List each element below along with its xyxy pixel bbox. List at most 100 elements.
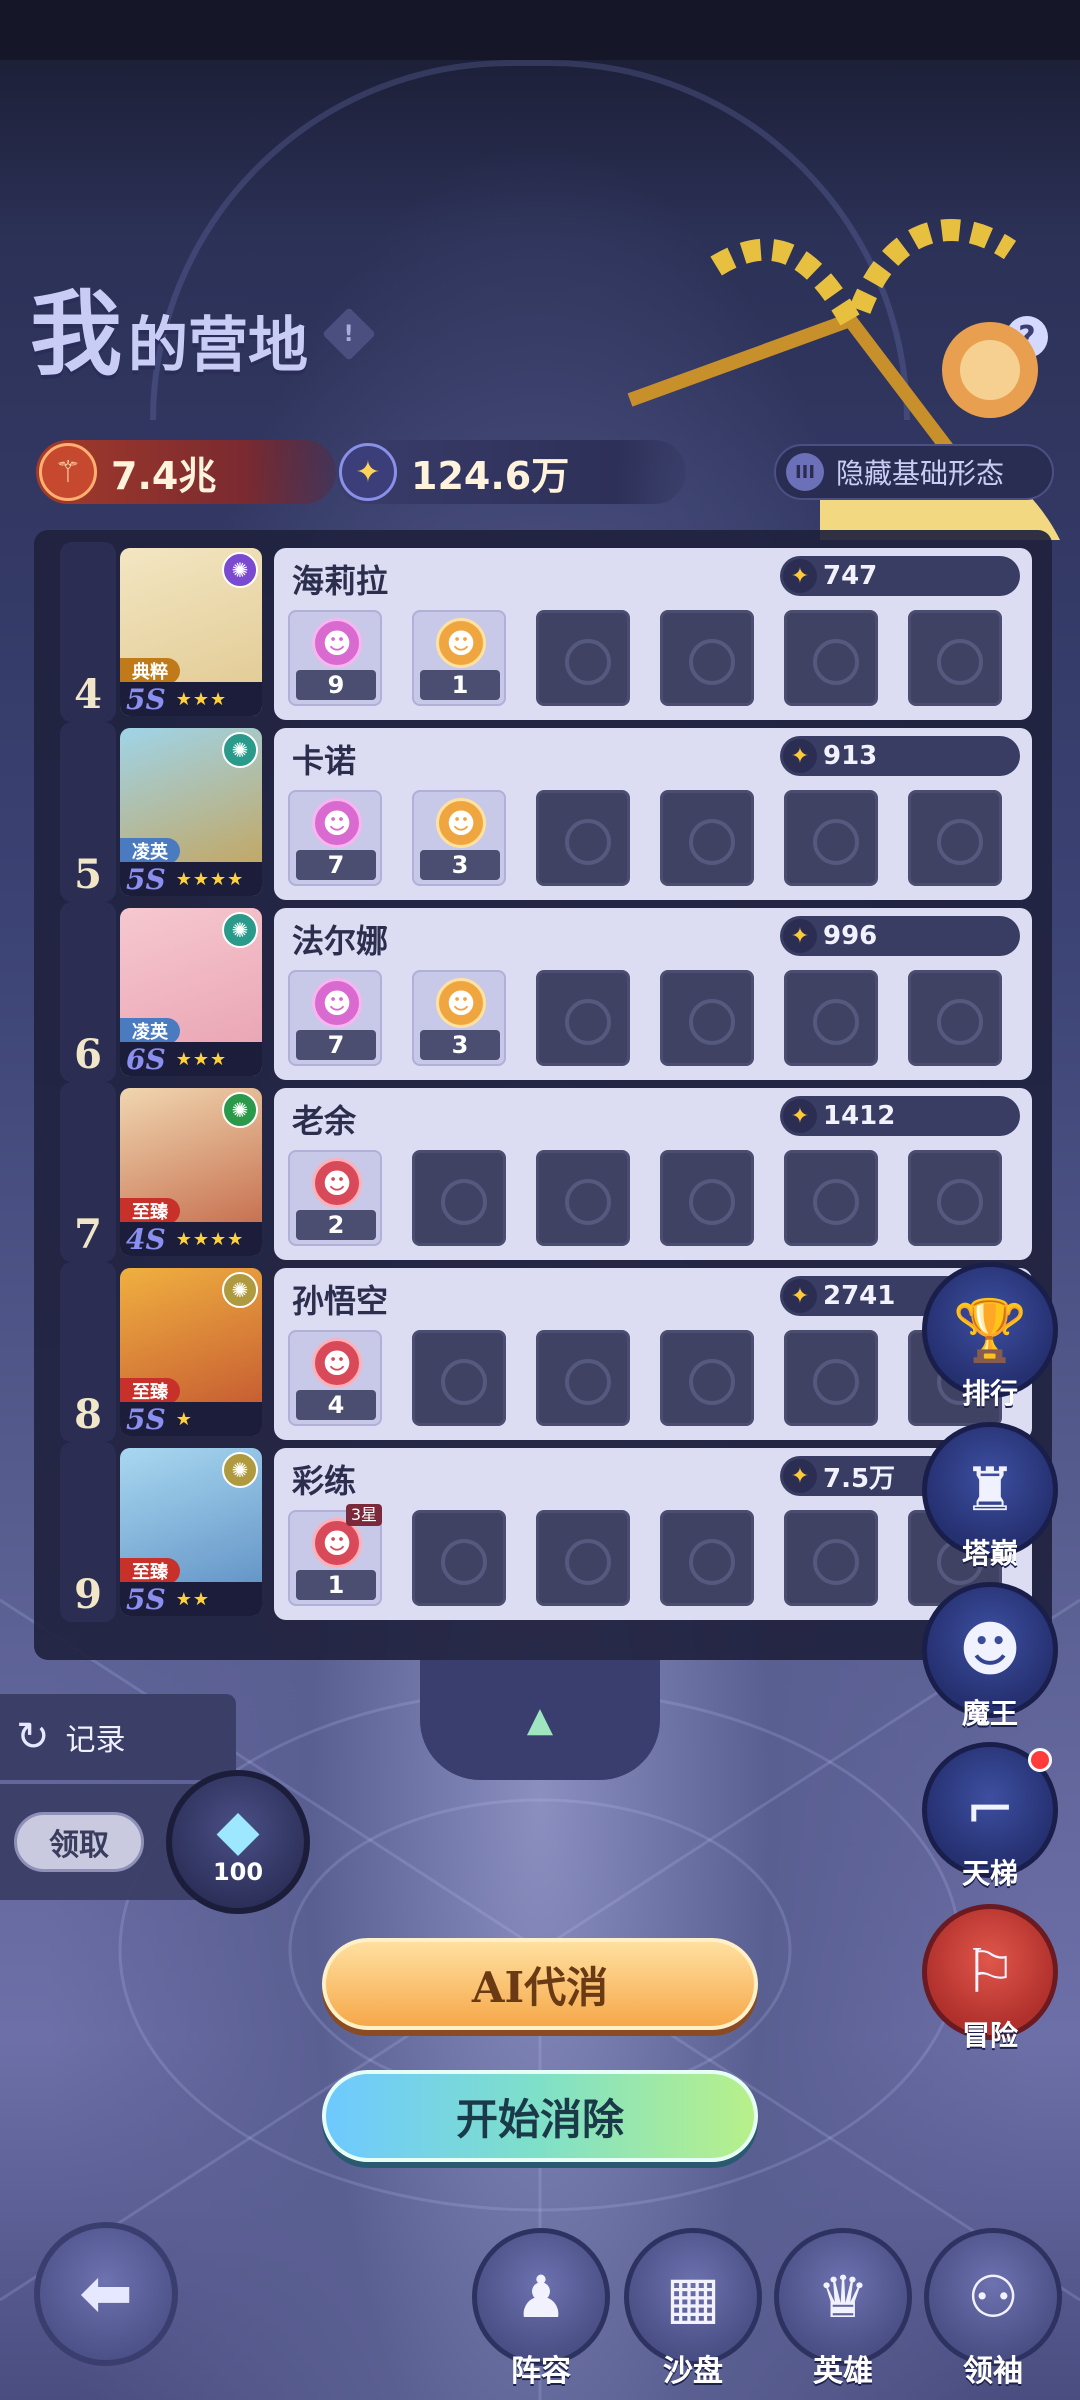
- page-title: 我 的营地: [30, 260, 308, 388]
- hero-name: 老余: [292, 1102, 357, 1140]
- gem-reward[interactable]: ◆ 100: [166, 1770, 310, 1914]
- rank-cell: 4: [60, 542, 116, 722]
- empty-slot[interactable]: [784, 1510, 878, 1606]
- item-count: 7: [296, 1030, 376, 1060]
- star-level-badge: 3星: [345, 1504, 382, 1526]
- element-icon: ✺: [222, 732, 258, 768]
- hero-name: 法尔娜: [292, 922, 389, 960]
- side-button-ladder[interactable]: ⌐ 天梯: [922, 1742, 1058, 1892]
- gold-star-icon: ✦: [339, 443, 397, 501]
- hero-card: 老余 ✦ 1412 ☻ 2: [274, 1088, 1032, 1260]
- hero-row[interactable]: 5 ✺ 凌英 5S ★★★★ 卡诺 ✦ 913 ☻ 7 ☻ 3: [60, 722, 1036, 902]
- star-icon: ✦: [783, 1099, 817, 1133]
- side-button-label: 魔王: [961, 1697, 1018, 1730]
- empty-slot[interactable]: [784, 970, 878, 1066]
- side-button-map-pin[interactable]: ⚐ 冒险: [922, 1904, 1058, 2054]
- power-flame-icon: ⚚: [39, 443, 97, 501]
- hero-level: 5S: [126, 1582, 166, 1616]
- hide-base-form-toggle[interactable]: III 隐藏基础形态: [774, 444, 1054, 500]
- rarity-tag: 凌英: [120, 1018, 180, 1044]
- mask-item-slot[interactable]: ☻ 1: [412, 610, 506, 706]
- equipment-slots: ☻ 7 ☻ 3: [288, 790, 1032, 886]
- hero-portrait[interactable]: ✺ 典粹 5S ★★★: [120, 548, 262, 716]
- element-icon: ✺: [222, 1092, 258, 1128]
- item-count: 1: [296, 1570, 376, 1600]
- hero-stars: ★: [175, 1408, 193, 1430]
- expand-panel-button[interactable]: ▲: [420, 1660, 660, 1780]
- empty-slot[interactable]: [660, 970, 754, 1066]
- nav-label: 英雄: [813, 2354, 873, 2389]
- empty-slot[interactable]: [784, 1150, 878, 1246]
- empty-slot[interactable]: [536, 790, 630, 886]
- empty-slot[interactable]: [908, 790, 1002, 886]
- claim-button[interactable]: 领取: [14, 1812, 144, 1872]
- empty-slot[interactable]: [536, 610, 630, 706]
- mask-pink-icon: ☻: [312, 978, 362, 1028]
- mask-item-slot[interactable]: ☻ 7: [288, 970, 382, 1066]
- mask-item-slot[interactable]: ☻ 2: [288, 1150, 382, 1246]
- rank-number: 6: [74, 1031, 102, 1078]
- record-button[interactable]: ↻ 记录: [0, 1694, 236, 1780]
- mask-item-slot[interactable]: ☻ 1 3星: [288, 1504, 382, 1606]
- back-button[interactable]: ⬅: [34, 2222, 178, 2366]
- hero-row[interactable]: 8 ✺ 至臻 5S ★ 孙悟空 ✦ 2741 ☻ 4: [60, 1262, 1036, 1442]
- hero-row[interactable]: 4 ✺ 典粹 5S ★★★ 海莉拉 ✦ 747 ☻ 9 ☻ 1: [60, 542, 1036, 722]
- empty-slot[interactable]: [784, 790, 878, 886]
- rarity-tag: 至臻: [120, 1378, 180, 1404]
- empty-slot[interactable]: [536, 1150, 630, 1246]
- mask-item-slot[interactable]: ☻ 3: [412, 970, 506, 1066]
- hero-row[interactable]: 6 ✺ 凌英 6S ★★★ 法尔娜 ✦ 996 ☻ 7 ☻ 3: [60, 902, 1036, 1082]
- empty-slot[interactable]: [908, 970, 1002, 1066]
- side-button-tower[interactable]: ♜ 塔巅: [922, 1422, 1058, 1572]
- empty-slot[interactable]: [412, 1330, 506, 1426]
- hero-card: 卡诺 ✦ 913 ☻ 7 ☻ 3: [274, 728, 1032, 900]
- empty-slot[interactable]: [536, 1330, 630, 1426]
- hero-card: 彩练 ✦ 7.5万 ☻ 1 3星: [274, 1448, 1032, 1620]
- hero-row[interactable]: 9 ✺ 至臻 5S ★★ 彩练 ✦ 7.5万 ☻ 1 3星: [60, 1442, 1036, 1622]
- empty-slot[interactable]: [784, 610, 878, 706]
- empty-slot[interactable]: [412, 1510, 506, 1606]
- nav-hero[interactable]: ♛ 英雄: [774, 2228, 912, 2400]
- hero-row[interactable]: 7 ✺ 至臻 4S ★★★★ 老余 ✦ 1412 ☻ 2: [60, 1082, 1036, 1262]
- start-clear-button[interactable]: 开始消除: [322, 2070, 758, 2162]
- hero-stars: ★★: [175, 1588, 210, 1610]
- mask-item-slot[interactable]: ☻ 3: [412, 790, 506, 886]
- item-count: 3: [420, 1030, 500, 1060]
- side-button-trophy[interactable]: 🏆 排行: [922, 1262, 1058, 1412]
- hero-power-value: 913: [823, 741, 878, 771]
- hero-stars: ★★★: [175, 688, 228, 710]
- empty-slot[interactable]: [536, 1510, 630, 1606]
- hero-portrait[interactable]: ✺ 至臻 4S ★★★★: [120, 1088, 262, 1256]
- mask-item-slot[interactable]: ☻ 7: [288, 790, 382, 886]
- empty-slot[interactable]: [660, 1150, 754, 1246]
- ai-auto-clear-button[interactable]: AI代消: [322, 1938, 758, 2030]
- hero-portrait[interactable]: ✺ 凌英 5S ★★★★: [120, 728, 262, 896]
- empty-slot[interactable]: [412, 1150, 506, 1246]
- side-button-demon-cat[interactable]: ☻ 魔王: [922, 1582, 1058, 1732]
- empty-slot[interactable]: [784, 1330, 878, 1426]
- mask-red-icon: ☻: [312, 1338, 362, 1388]
- mask-item-slot[interactable]: ☻ 9: [288, 610, 382, 706]
- empty-slot[interactable]: [660, 790, 754, 886]
- nav-lineup[interactable]: ♟ 阵容: [472, 2228, 610, 2400]
- hero-list[interactable]: 4 ✺ 典粹 5S ★★★ 海莉拉 ✦ 747 ☻ 9 ☻ 1 5 ✺ 凌英 5S ★★★★ 卡诺 ✦ 913 ☻ 7 ☻ 3…: [60, 530, 1036, 1655]
- status-bar-area: [0, 0, 1080, 60]
- element-icon: ✺: [222, 1272, 258, 1308]
- empty-slot[interactable]: [660, 610, 754, 706]
- hero-portrait[interactable]: ✺ 至臻 5S ★: [120, 1268, 262, 1436]
- hero-portrait[interactable]: ✺ 凌英 6S ★★★: [120, 908, 262, 1076]
- empty-slot[interactable]: [660, 1330, 754, 1426]
- record-label: 记录: [65, 1723, 126, 1758]
- item-count: 2: [296, 1210, 376, 1240]
- empty-slot[interactable]: [536, 970, 630, 1066]
- empty-slot[interactable]: [660, 1510, 754, 1606]
- mask-item-slot[interactable]: ☻ 4: [288, 1330, 382, 1426]
- item-count: 4: [296, 1390, 376, 1420]
- hero-power-badge: ✦ 996: [780, 916, 1020, 956]
- empty-slot[interactable]: [908, 1150, 1002, 1246]
- empty-slot[interactable]: [908, 610, 1002, 706]
- hero-tier: 5S ★★★: [120, 682, 262, 716]
- nav-sandbox-grid[interactable]: ▦ 沙盘: [624, 2228, 762, 2400]
- nav-medal[interactable]: ⚇ 领袖: [924, 2228, 1062, 2400]
- hero-portrait[interactable]: ✺ 至臻 5S ★★: [120, 1448, 262, 1616]
